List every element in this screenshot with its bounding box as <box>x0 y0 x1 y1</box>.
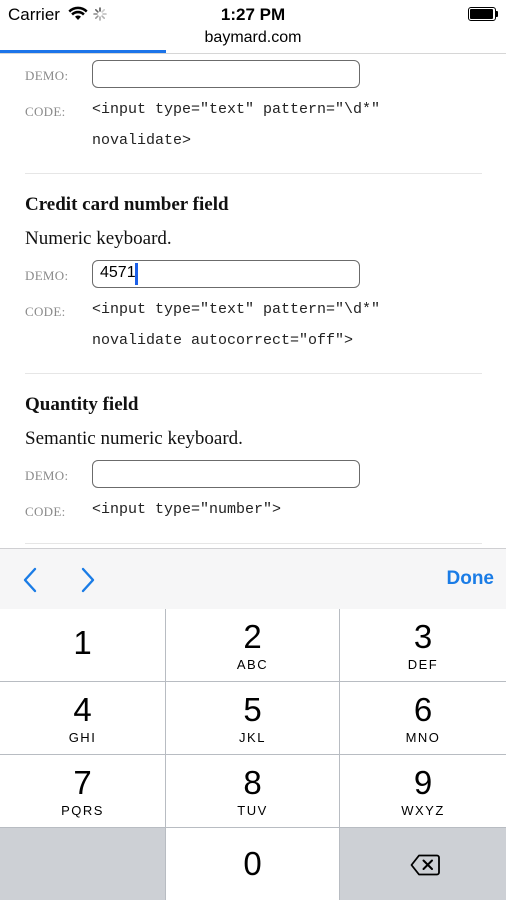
demo-label: DEMO: <box>25 268 69 283</box>
status-bar: Carrier 1:27 PM <box>0 0 506 28</box>
chevron-left-icon[interactable] <box>18 565 44 595</box>
code-label: CODE: <box>25 304 66 319</box>
key-4[interactable]: 4 GHI <box>0 682 165 754</box>
key-digit: 5 <box>243 691 262 728</box>
key-digit: 3 <box>413 618 433 655</box>
key-digit: 2 <box>243 618 262 655</box>
code-snippet-line: novalidate autocorrect="off"> <box>92 332 354 349</box>
key-letters: DEF <box>407 657 439 672</box>
key-digit: 6 <box>413 691 433 728</box>
keyboard-accessory-bar: Done <box>0 548 506 610</box>
key-digit: 0 <box>243 845 262 882</box>
field-value: 4571 <box>100 264 136 281</box>
key-2[interactable]: 2 ABC <box>166 609 339 681</box>
key-8[interactable]: 8 TUV <box>166 755 339 827</box>
key-letters: ABC <box>236 657 269 672</box>
section-description: Semantic numeric keyboard. <box>25 428 243 449</box>
key-3[interactable]: 3 DEF <box>340 609 506 681</box>
section-divider <box>25 543 482 544</box>
quantity-field[interactable] <box>92 460 360 488</box>
code-snippet-line: <input type="text" pattern="\d*" <box>92 301 381 318</box>
key-letters: PQRS <box>61 803 104 818</box>
keypad-empty-key <box>0 828 165 900</box>
code-snippet-line: novalidate> <box>92 132 192 149</box>
chevron-right-icon[interactable] <box>74 565 100 595</box>
code-snippet-line: <input type="number"> <box>92 501 282 518</box>
key-digit: 1 <box>73 624 92 661</box>
key-letters: WXYZ <box>401 803 445 818</box>
done-button[interactable]: Done <box>447 568 495 590</box>
demo-label: DEMO: <box>25 468 69 483</box>
numeric-keypad: 1 2 ABC 3 DEF 4 GHI 5 JKL 6 MNO 7 PQRS 8… <box>0 609 506 900</box>
divider <box>0 53 506 54</box>
url-text: baymard.com <box>204 29 302 46</box>
section-title: Quantity field <box>25 394 139 415</box>
key-letters: TUV <box>237 803 268 818</box>
key-digit: 4 <box>73 691 92 728</box>
code-label: CODE: <box>25 504 66 519</box>
key-5[interactable]: 5 JKL <box>166 682 339 754</box>
key-digit: 7 <box>73 764 92 801</box>
section-divider <box>25 373 482 374</box>
key-0[interactable]: 0 <box>166 828 339 900</box>
key-7[interactable]: 7 PQRS <box>0 755 165 827</box>
section-description: Numeric keyboard. <box>25 228 172 249</box>
code-label: CODE: <box>25 104 66 119</box>
key-letters: GHI <box>68 730 97 745</box>
key-letters: JKL <box>239 730 266 745</box>
section-title: Credit card number field <box>25 194 229 215</box>
key-letters: MNO <box>405 730 441 745</box>
credit-card-number-field[interactable]: 4571 <box>92 260 360 288</box>
key-digit: 8 <box>243 764 262 801</box>
key-9[interactable]: 9 WXYZ <box>340 755 506 827</box>
clock: 1:27 PM <box>220 5 286 24</box>
key-6[interactable]: 6 MNO <box>340 682 506 754</box>
demo-label: DEMO: <box>25 68 69 83</box>
section-divider <box>25 173 482 174</box>
text-caret <box>135 263 138 285</box>
code-snippet-line: <input type="text" pattern="\d*" <box>92 101 381 118</box>
battery-icon <box>468 7 498 21</box>
backspace-icon <box>410 854 440 881</box>
key-1[interactable]: 1 <box>0 609 165 681</box>
pattern-input-field[interactable] <box>92 60 360 88</box>
backspace-key[interactable] <box>340 828 506 900</box>
key-digit: 9 <box>413 764 433 801</box>
